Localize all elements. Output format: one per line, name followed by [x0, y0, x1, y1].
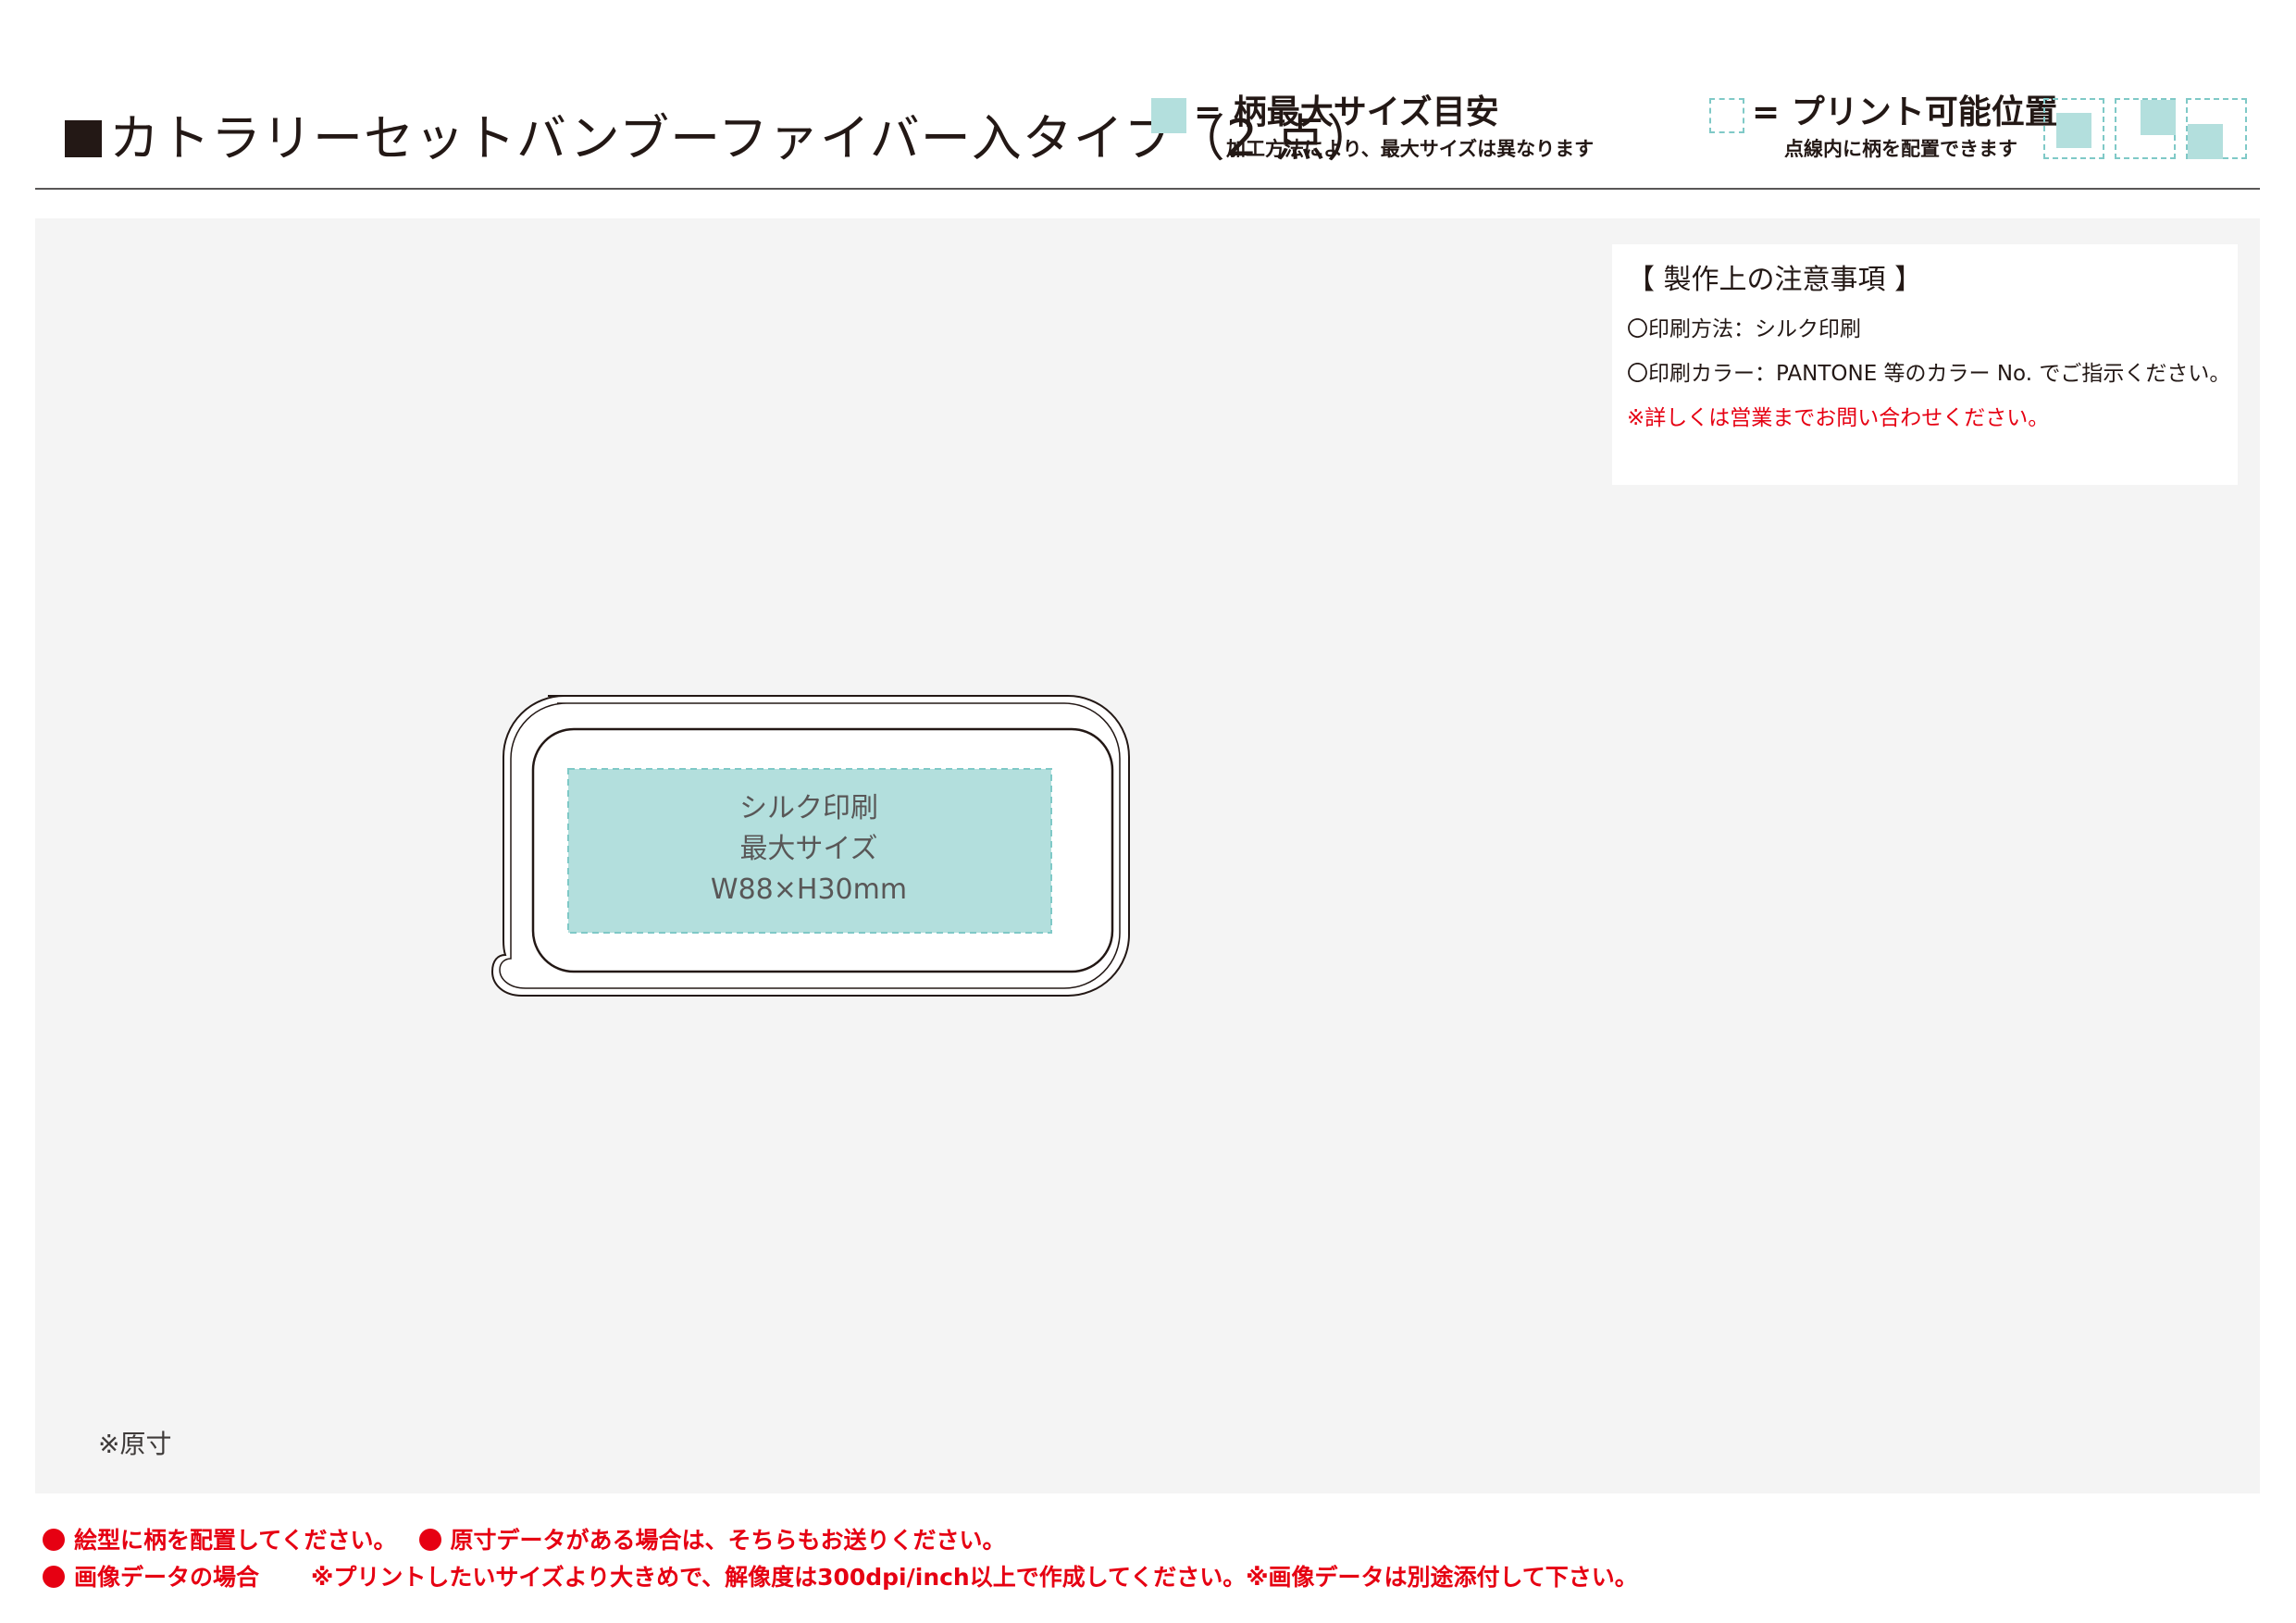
footer-image-data-label: 画像データの場合 [74, 1564, 260, 1591]
print-area-method: シルク印刷 [739, 792, 878, 824]
footer-line-2: 画像データの場合 ※プリントしたいサイズより大きめで、解像度は300dpi/inc… [43, 1561, 1638, 1594]
footer-send-original: 原寸データがある場合は、そちらもお送りください。 [450, 1527, 1006, 1554]
production-notes-box: 【 製作上の注意事項 】 〇印刷方法：シルク印刷 〇印刷カラー：PANTONE … [1612, 244, 2238, 485]
placement-example-center [2043, 98, 2104, 159]
note-print-color: 〇印刷カラー：PANTONE 等のカラー No. でご指示ください。 [1627, 362, 2231, 386]
max-size-legend-note: 加工方法により、最大サイズは異なります [1226, 138, 1595, 160]
bullet-icon [418, 1529, 441, 1551]
placement-example-top-right [2115, 98, 2176, 159]
note-contact-sales: ※詳しくは営業までお問い合わせください。 [1627, 406, 2050, 430]
print-area-dimensions: W88×H30mm [710, 873, 908, 906]
print-position-legend-note: 点線内に柄を配置できます [1784, 138, 2017, 160]
print-position-legend-title: = プリント可能位置 [1752, 93, 2058, 131]
max-size-legend-title: = 柄最大サイズ目安 [1194, 93, 1499, 131]
footer-place-design: 絵型に柄を配置してください。 [74, 1527, 397, 1554]
header-divider [35, 188, 2260, 190]
note-print-method: 〇印刷方法：シルク印刷 [1627, 317, 1861, 341]
page-title: カトラリーセットバンブーファイバー入タイプ（2 点） [109, 109, 1378, 167]
placement-example-bottom-right [2186, 98, 2247, 159]
title-square-mark [65, 120, 102, 157]
actual-size-note: ※原寸 [98, 1429, 172, 1459]
bullet-icon [43, 1529, 65, 1551]
max-size-swatch [1151, 98, 1186, 133]
print-area-max-size-label: 最大サイズ [739, 833, 878, 865]
footer-line-1: 絵型に柄を配置してください。 原寸データがある場合は、そちらもお送りください。 [43, 1524, 1006, 1557]
notes-heading: 【 製作上の注意事項 】 [1627, 264, 1923, 296]
print-area-label: シルク印刷 最大サイズ W88×H30mm [566, 766, 1051, 933]
print-position-swatch [1709, 98, 1744, 133]
bullet-icon [43, 1566, 65, 1588]
footer-image-data-instructions: ※プリントしたいサイズより大きめで、解像度は300dpi/inch以上で作成して… [311, 1564, 1638, 1591]
